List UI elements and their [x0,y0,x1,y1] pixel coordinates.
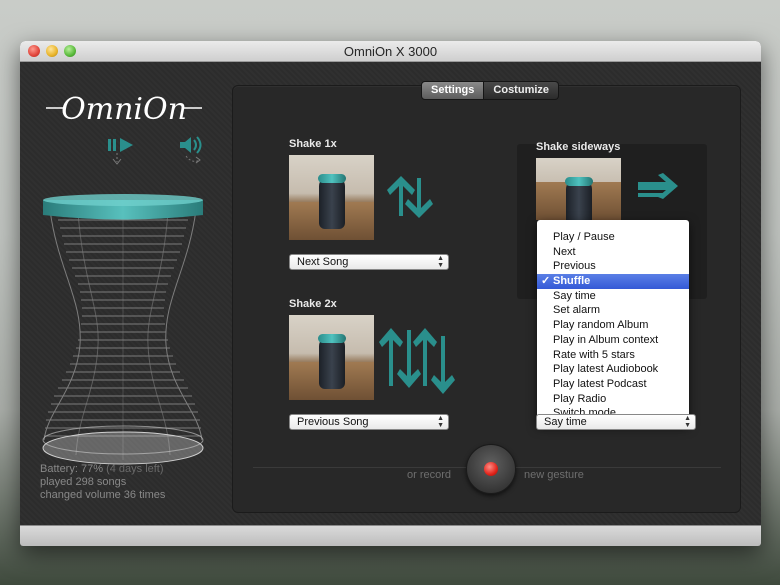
battery-value: 77% [80,463,103,475]
tab-settings[interactable]: Settings [421,81,485,100]
logo-text: OmniOn [61,92,187,127]
select-arrows-icon: ▲ ▼ [684,415,691,429]
action-dropdown-menu[interactable]: Play / Pause Next Previous ✓ Shuffle Say… [537,220,689,425]
window-title: OmniOn X 3000 [343,44,438,59]
record-left-text: or record [407,469,452,481]
volume-icon[interactable] [178,134,210,168]
menu-item[interactable]: Play latest Podcast [537,377,689,392]
menu-item-label: Shuffle [553,275,591,288]
menu-item[interactable]: Play / Pause [537,230,689,245]
tab-costumize[interactable]: Costumize [484,81,560,100]
omnion-logo: OmniOn [46,92,202,127]
menu-item-selected[interactable]: ✓ Shuffle [537,274,689,289]
volume-changes: changed volume 36 times [40,489,166,501]
select-arrows-icon: ▲ ▼ [437,415,444,429]
menu-item[interactable]: Play Radio [537,392,689,407]
gesture-title: Shake sideways [536,141,621,153]
window-bottom-bar [20,525,761,546]
up-down-arrows-icon [387,176,433,218]
right-arrow-icon [638,173,678,199]
gesture-preview-image [536,158,621,220]
record-icon [484,462,498,476]
battery-label: Battery: [40,463,78,475]
select-value: Say time [544,416,587,428]
gesture-preview-image [289,315,374,400]
select-value: Next Song [297,256,349,268]
gesture-action-select[interactable]: Say time ▲ ▼ [536,414,696,430]
menu-item[interactable]: Play latest Audiobook [537,362,689,377]
menu-item[interactable]: Play in Album context [537,333,689,348]
record-right-text: new gesture [524,469,584,481]
gesture-preview-image [289,155,374,240]
settings-panel: Settings Costumize Shake 1x Next Song ▲ ▼… [232,81,741,513]
menu-item[interactable]: Previous [537,259,689,274]
select-arrows-icon: ▲ ▼ [437,255,444,269]
select-value: Previous Song [297,416,369,428]
app-window: OmniOn X 3000 OmniOn Battery: 77% (4 day… [20,41,761,546]
menu-item[interactable]: Play random Album [537,318,689,333]
main-content: OmniOn Battery: 77% (4 days left) played… [20,62,761,526]
gesture-action-select[interactable]: Next Song ▲ ▼ [289,254,449,270]
checkmark-icon: ✓ [541,275,551,288]
double-up-down-arrows-icon [379,328,455,394]
played-songs: played 298 songs [40,476,127,488]
menu-item[interactable]: Next [537,245,689,260]
menu-item[interactable]: Rate with 5 stars [537,348,689,363]
gesture-action-select[interactable]: Previous Song ▲ ▼ [289,414,449,430]
play-pause-icon[interactable] [106,134,142,168]
menu-item[interactable]: Say time [537,289,689,304]
record-gesture-button[interactable] [466,444,516,494]
device-wireframe [42,194,204,465]
battery-note: (4 days left) [106,463,164,475]
gesture-title: Shake 1x [289,138,337,150]
menu-item[interactable]: Set alarm [537,303,689,318]
device-stats: Battery: 77% (4 days left) played 298 so… [40,463,165,502]
gesture-title: Shake 2x [289,298,337,310]
tab-bar: Settings Costumize [421,81,560,100]
title-bar: OmniOn X 3000 [20,41,761,62]
